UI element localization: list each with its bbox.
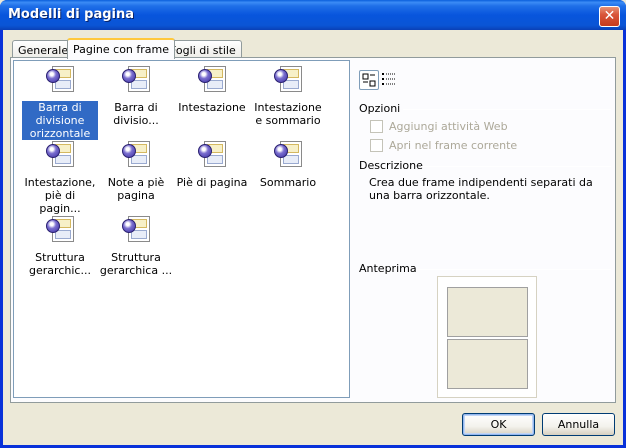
template-label: Struttura gerarchic... — [29, 251, 91, 277]
description-heading: Descrizione — [359, 159, 423, 172]
window-title: Modelli di pagina — [8, 7, 135, 22]
preview-frame-bottom — [447, 339, 528, 389]
web-activity-label: Aggiungi attività Web — [389, 120, 508, 133]
frame-page-icon — [196, 66, 228, 98]
frame-page-icon — [44, 66, 76, 98]
close-icon: ✕ — [603, 8, 616, 24]
preview-frame-top — [447, 287, 528, 337]
divider — [403, 109, 611, 110]
open-in-frame-label: Apri nel frame corrente — [389, 139, 518, 152]
template-label: Piè di pagina — [176, 176, 248, 189]
frame-page-icon — [196, 141, 228, 173]
cancel-button[interactable]: Annulla — [542, 413, 615, 436]
details-pane: Opzioni Aggiungi attività Web Apri nel f… — [351, 58, 615, 404]
title-bar[interactable]: Modelli di pagina ✕ — [0, 0, 626, 30]
frame-page-icon — [44, 141, 76, 173]
template-label: Intestazione, piè di pagin... — [24, 176, 96, 215]
description-text: Crea due frame indipendenti separati da … — [369, 176, 593, 202]
template-label: Barra di divisio... — [113, 101, 159, 127]
template-label: Struttura gerarchica ... — [99, 251, 173, 277]
frame-page-icon — [120, 216, 152, 248]
template-label: Intestazione — [178, 101, 246, 114]
ok-button[interactable]: OK — [462, 413, 535, 436]
template-label: Intestazione e sommario — [254, 101, 322, 127]
options-heading: Opzioni — [359, 102, 401, 115]
frame-page-icon — [120, 66, 152, 98]
web-activity-checkbox[interactable] — [370, 120, 383, 133]
list-view-button[interactable] — [380, 70, 400, 90]
divider — [421, 166, 611, 167]
open-in-frame-checkbox[interactable] — [370, 139, 383, 152]
template-label: Barra di divisione orizzontale — [22, 101, 98, 140]
template-label: Sommario — [259, 176, 317, 189]
template-label: Note a piè pagina — [107, 176, 165, 202]
divider — [417, 269, 611, 270]
large-icons-view-icon — [362, 73, 376, 87]
preview-heading: Anteprima — [359, 262, 417, 275]
dialog-window: Modelli di pagina ✕ Generale Pagine con … — [0, 0, 626, 448]
frame-page-icon — [272, 141, 304, 173]
template-list[interactable]: Barra di divisione orizzontale Barra di … — [13, 60, 350, 398]
frame-page-icon — [272, 66, 304, 98]
dialog-body: Generale Pagine con frame Fogli di stile… — [3, 30, 623, 445]
frame-page-icon — [120, 141, 152, 173]
close-button[interactable]: ✕ — [599, 6, 620, 27]
frame-page-icon — [44, 216, 76, 248]
tab-panel: Barra di divisione orizzontale Barra di … — [10, 57, 616, 403]
preview-panel — [437, 276, 537, 398]
large-icons-view-button[interactable] — [359, 70, 379, 90]
tab-pagine-con-frame[interactable]: Pagine con frame — [67, 38, 176, 59]
list-view-icon — [382, 73, 395, 85]
